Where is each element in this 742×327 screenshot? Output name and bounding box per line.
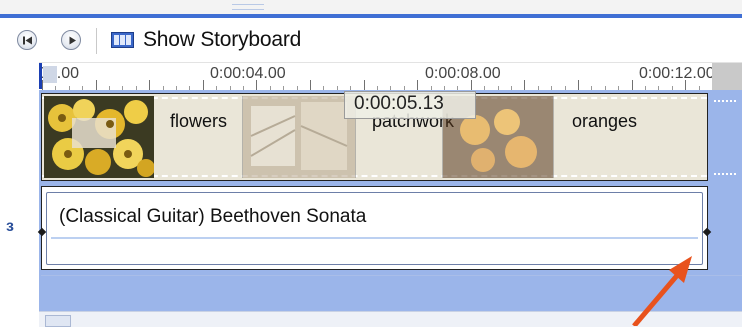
annotation-arrow [632,256,692,326]
